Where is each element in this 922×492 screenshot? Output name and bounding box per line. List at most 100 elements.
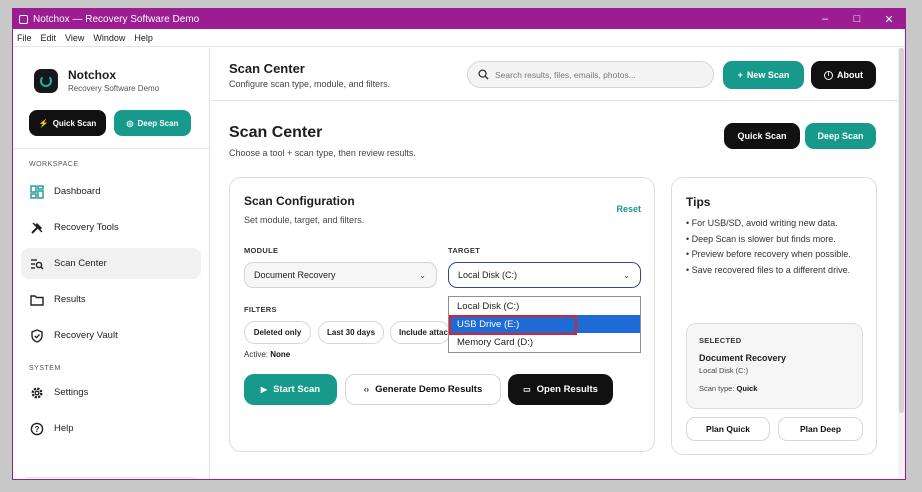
gear-icon [29, 385, 45, 401]
module-label: MODULE [244, 246, 279, 255]
main-content: Scan Center Configure scan type, module,… [210, 48, 905, 479]
brand-subtitle: Recovery Software Demo [68, 84, 160, 93]
reset-link[interactable]: Reset [616, 204, 641, 214]
sidebar-item-settings[interactable]: Settings [21, 377, 201, 408]
new-scan-button[interactable]: + New Scan [723, 61, 804, 89]
dashboard-icon [29, 184, 45, 200]
bolt-icon: ⚡ [38, 118, 49, 128]
menu-view[interactable]: View [65, 33, 84, 43]
plus-icon: + [737, 70, 743, 80]
sidebar-item-help[interactable]: ? Help [21, 413, 201, 444]
title-bar: Notchox — Recovery Software Demo – □ ✕ [13, 9, 905, 29]
app-window: Notchox — Recovery Software Demo – □ ✕ F… [12, 8, 906, 480]
search-box[interactable] [467, 61, 714, 88]
menu-file[interactable]: File [17, 33, 32, 43]
sidebar-item-label: Scan Center [54, 258, 107, 269]
sidebar-quick-scan-button[interactable]: ⚡ Quick Scan [29, 110, 106, 136]
sidebar-item-recovery-vault[interactable]: Recovery Vault [21, 320, 201, 351]
config-title: Scan Configuration [244, 194, 355, 208]
shield-icon [29, 328, 45, 344]
active-value: None [270, 350, 291, 359]
start-scan-button[interactable]: ▶ Start Scan [244, 374, 337, 405]
sidebar-footer-card [25, 477, 197, 479]
app-icon [19, 14, 28, 24]
sidebar-item-scan-center[interactable]: Scan Center [21, 248, 201, 279]
sidebar-item-label: Recovery Vault [54, 330, 118, 341]
target-label: TARGET [448, 246, 481, 255]
module-select-value: Document Recovery [254, 270, 336, 280]
target-select-value: Local Disk (C:) [458, 270, 518, 280]
sidebar-item-label: Results [54, 294, 86, 305]
target-dropdown-list: Local Disk (C:) USB Drive (E:) Memory Ca… [448, 296, 641, 353]
brand: Notchox Recovery Software Demo [13, 48, 209, 93]
sidebar-item-label: Dashboard [54, 186, 101, 197]
target-select[interactable]: Local Disk (C:) ⌄ [448, 262, 641, 288]
filters-label: FILTERS [244, 305, 277, 314]
chevron-down-icon: ⌄ [419, 271, 426, 280]
filter-chip-last-30-days[interactable]: Last 30 days [318, 321, 384, 344]
generate-demo-results-button[interactable]: ‹› Generate Demo Results [345, 374, 501, 405]
brand-name: Notchox [68, 68, 116, 82]
sidebar-item-dashboard[interactable]: Dashboard [21, 176, 201, 207]
about-label: About [837, 70, 863, 80]
deep-scan-button[interactable]: Deep Scan [805, 123, 876, 149]
sidebar-item-label: Recovery Tools [54, 222, 119, 233]
tip-item: • Preview before recovery when possible. [686, 249, 851, 259]
quick-scan-button[interactable]: Quick Scan [724, 123, 800, 149]
topbar-title: Scan Center [229, 61, 305, 76]
sidebar-item-label: Settings [54, 387, 89, 398]
sidebar-deep-scan-button[interactable]: ◎ Deep Scan [114, 110, 191, 136]
vertical-scrollbar[interactable] [898, 48, 905, 479]
active-prefix: Active: [244, 350, 269, 359]
filter-chip-include-attachments[interactable]: Include attachments [390, 321, 450, 344]
selected-module: Document Recovery [699, 353, 787, 363]
tip-item: • For USB/SD, avoid writing new data. [686, 218, 838, 228]
svg-text:?: ? [35, 425, 40, 434]
scan-type-prefix: Scan type: [699, 384, 735, 393]
sidebar-item-results[interactable]: Results [21, 284, 201, 315]
chevron-down-icon: ⌄ [623, 271, 630, 280]
tips-list: • For USB/SD, avoid writing new data. • … [686, 216, 871, 278]
maximize-button[interactable]: □ [841, 9, 873, 29]
module-select[interactable]: Document Recovery ⌄ [244, 262, 437, 288]
open-results-button[interactable]: ▭ Open Results [508, 374, 613, 405]
menu-bar: File Edit View Window Help [13, 29, 905, 47]
tips-card: Tips • For USB/SD, avoid writing new dat… [671, 177, 877, 455]
tools-icon [29, 220, 45, 236]
scan-icon [29, 256, 45, 272]
target-option-local-disk-c[interactable]: Local Disk (C:) [449, 297, 640, 315]
plan-deep-button[interactable]: Plan Deep [778, 417, 863, 441]
sidebar-deep-scan-label: Deep Scan [137, 118, 179, 128]
target-icon: ◎ [126, 118, 134, 128]
topbar-subtitle: Configure scan type, module, and filters… [229, 79, 391, 89]
menu-edit[interactable]: Edit [41, 33, 57, 43]
page-subtitle: Choose a tool + scan type, then review r… [229, 148, 416, 158]
start-scan-label: Start Scan [273, 384, 321, 395]
info-icon: i [824, 70, 833, 80]
sidebar-item-recovery-tools[interactable]: Recovery Tools [21, 212, 201, 243]
filter-chip-deleted-only[interactable]: Deleted only [244, 321, 311, 344]
menu-window[interactable]: Window [93, 33, 125, 43]
minimize-button[interactable]: – [809, 9, 841, 29]
selected-label: SELECTED [699, 336, 742, 345]
target-option-memory-card-d[interactable]: Memory Card (D:) [449, 333, 640, 351]
generate-demo-label: Generate Demo Results [375, 384, 483, 395]
search-input[interactable] [495, 69, 695, 80]
open-results-label: Open Results [536, 384, 598, 395]
scrollbar-thumb[interactable] [899, 48, 904, 413]
selected-scan-type: Scan type: Quick [699, 384, 757, 393]
target-option-usb-drive-e[interactable]: USB Drive (E:) [449, 315, 640, 333]
play-icon: ▶ [260, 385, 268, 394]
close-button[interactable]: ✕ [873, 9, 905, 29]
active-filters: Active: None [244, 350, 290, 359]
scan-type-value: Quick [736, 384, 758, 393]
sidebar-item-label: Help [54, 423, 74, 434]
page-title: Scan Center [229, 124, 323, 141]
folder-open-icon: ▭ [523, 385, 531, 394]
about-button[interactable]: i About [811, 61, 876, 89]
selected-target: Local Disk (C:) [699, 366, 749, 375]
menu-help[interactable]: Help [134, 33, 153, 43]
new-scan-label: New Scan [746, 70, 790, 80]
folder-icon [29, 292, 45, 308]
plan-quick-button[interactable]: Plan Quick [686, 417, 770, 441]
